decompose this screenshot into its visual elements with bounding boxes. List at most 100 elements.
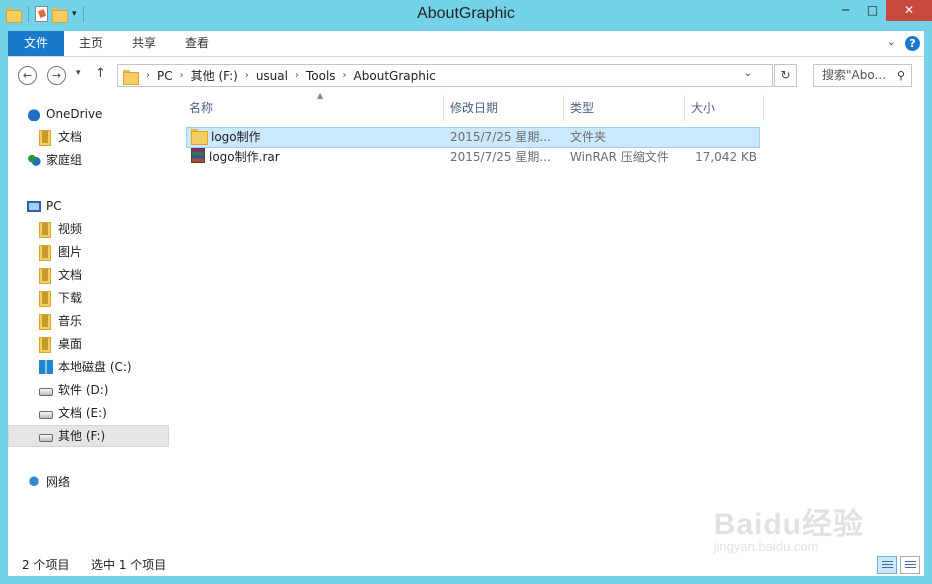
breadcrumb-separator-icon[interactable]: › (146, 70, 150, 81)
nav-item-onedrive-documents[interactable]: 文档 (39, 126, 82, 148)
drive-icon (39, 434, 53, 442)
folder-icon (191, 129, 208, 145)
column-divider[interactable] (763, 95, 764, 121)
search-placeholder: 搜索"Abo... (822, 68, 886, 82)
watermark-text: Baidu经验 (713, 508, 864, 541)
search-icon[interactable]: ⚲ (897, 65, 905, 86)
tab-home[interactable]: 主页 (66, 31, 116, 56)
nav-item-downloads[interactable]: 下载 (39, 287, 82, 309)
title-bar: ▾ AboutGraphic ─ □ ✕ (0, 0, 932, 30)
explorer-body: ← → ▾ ↑ › PC › 其他 (F:) › usual › Tools ›… (8, 57, 924, 576)
onedrive-icon (27, 107, 41, 121)
nav-item-drive-c[interactable]: 本地磁盘 (C:) (39, 356, 132, 378)
nav-item-pc[interactable]: PC (27, 195, 62, 217)
nav-item-homegroup[interactable]: 家庭组 (27, 149, 82, 171)
breadcrumb-separator-icon[interactable]: › (245, 70, 249, 81)
nav-item-documents[interactable]: 文档 (39, 264, 82, 286)
nav-item-label: 文档 (58, 130, 83, 144)
nav-item-label: 视频 (58, 222, 83, 236)
videos-folder-icon (39, 222, 53, 238)
tab-view[interactable]: 查看 (172, 31, 222, 56)
breadcrumb-usual[interactable]: usual (256, 69, 288, 83)
status-bar: 2 个项目 选中 1 个项目 (8, 554, 924, 576)
up-button[interactable]: ↑ (95, 66, 106, 81)
file-row[interactable]: logo制作 2015/7/25 星期... 文件夹 (186, 127, 760, 148)
downloads-folder-icon (39, 291, 53, 307)
breadcrumb-separator-icon[interactable]: › (295, 70, 299, 81)
breadcrumb-drive-f[interactable]: 其他 (F:) (191, 67, 238, 84)
nav-item-label: 家庭组 (46, 153, 83, 167)
explorer-window: ▾ AboutGraphic ─ □ ✕ 文件 主页 共享 查看 ⌄ ? ← →… (0, 0, 932, 584)
nav-item-label: PC (46, 199, 62, 213)
close-button[interactable]: ✕ (886, 0, 932, 21)
nav-item-music[interactable]: 音乐 (39, 310, 82, 332)
file-name: logo制作 (211, 130, 261, 144)
window-title: AboutGraphic (417, 5, 515, 22)
nav-item-label: 其他 (F:) (58, 429, 106, 443)
maximize-button[interactable]: □ (859, 0, 886, 21)
back-button[interactable]: ← (18, 66, 37, 85)
nav-item-network[interactable]: 网络 (27, 471, 70, 493)
computer-icon (27, 200, 41, 212)
details-view-button[interactable] (877, 556, 897, 574)
column-header-size[interactable]: 大小 (685, 95, 763, 121)
minimize-button[interactable]: ─ (832, 0, 859, 21)
nav-item-label: 文档 (E:) (58, 406, 107, 420)
breadcrumb-current[interactable]: AboutGraphic (354, 69, 436, 83)
tab-share[interactable]: 共享 (119, 31, 169, 56)
file-type: 文件夹 (570, 130, 607, 144)
nav-item-label: 桌面 (58, 337, 83, 351)
file-date: 2015/7/25 星期... (450, 150, 551, 164)
folder-icon (123, 69, 139, 85)
refresh-button[interactable]: ↻ (774, 64, 797, 87)
address-bar[interactable]: › PC › 其他 (F:) › usual › Tools › AboutGr… (117, 64, 797, 87)
file-date: 2015/7/25 星期... (450, 130, 551, 144)
watermark-url: jingyan.baidu.com (713, 539, 819, 554)
breadcrumb-pc[interactable]: PC (157, 69, 173, 83)
file-size: 17,042 KB (695, 150, 757, 164)
breadcrumb-tools[interactable]: Tools (306, 69, 336, 83)
baidu-jingyan-watermark: Baidu经验 jingyan.baidu.com (714, 499, 864, 554)
forward-button[interactable]: → (47, 66, 66, 85)
pictures-folder-icon (39, 245, 53, 261)
address-history-dropdown-icon[interactable]: ⌄ (744, 68, 752, 79)
file-row[interactable]: logo制作.rar 2015/7/25 星期... WinRAR 压缩文件 1… (186, 148, 760, 169)
nav-item-label: 文档 (58, 268, 83, 282)
column-header-type[interactable]: 类型 (564, 95, 684, 121)
file-name: logo制作.rar (209, 150, 280, 164)
column-header-date[interactable]: 修改日期 (444, 95, 563, 121)
nav-item-drive-f[interactable]: 其他 (F:) (8, 425, 169, 447)
nav-item-drive-d[interactable]: 软件 (D:) (39, 379, 108, 401)
file-name-cell: logo制作.rar (191, 148, 280, 167)
breadcrumb-separator-icon[interactable]: › (180, 70, 184, 81)
tab-file[interactable]: 文件 (8, 31, 64, 56)
selection-count: 选中 1 个项目 (91, 558, 167, 572)
breadcrumb-separator-icon[interactable]: › (343, 70, 347, 81)
nav-item-onedrive[interactable]: OneDrive (27, 103, 102, 125)
file-name-cell: logo制作 (191, 128, 261, 147)
drive-icon (39, 388, 53, 396)
file-type: WinRAR 压缩文件 (570, 150, 669, 164)
desktop-folder-icon (39, 337, 53, 353)
network-icon (27, 475, 41, 489)
column-header-name[interactable]: 名称 (183, 95, 443, 121)
rar-archive-icon (191, 148, 205, 163)
drive-icon (39, 411, 53, 419)
nav-item-label: 音乐 (58, 314, 83, 328)
ribbon-tabs: 文件 主页 共享 查看 ⌄ ? (8, 31, 924, 57)
nav-item-drive-e[interactable]: 文档 (E:) (39, 402, 107, 424)
homegroup-icon (27, 153, 41, 167)
expand-ribbon-icon[interactable]: ⌄ (887, 35, 896, 48)
nav-item-pictures[interactable]: 图片 (39, 241, 82, 263)
nav-item-label: 软件 (D:) (58, 383, 109, 397)
recent-locations-dropdown-icon[interactable]: ▾ (76, 68, 81, 78)
nav-item-desktop[interactable]: 桌面 (39, 333, 82, 355)
large-icons-view-button[interactable] (900, 556, 920, 574)
documents-folder-icon (39, 268, 53, 284)
search-input[interactable]: 搜索"Abo... ⚲ (813, 64, 912, 87)
nav-item-label: 网络 (46, 475, 71, 489)
nav-item-videos[interactable]: 视频 (39, 218, 82, 240)
help-icon[interactable]: ? (905, 36, 920, 51)
windows-drive-icon (39, 360, 53, 374)
window-controls: ─ □ ✕ (832, 0, 932, 21)
